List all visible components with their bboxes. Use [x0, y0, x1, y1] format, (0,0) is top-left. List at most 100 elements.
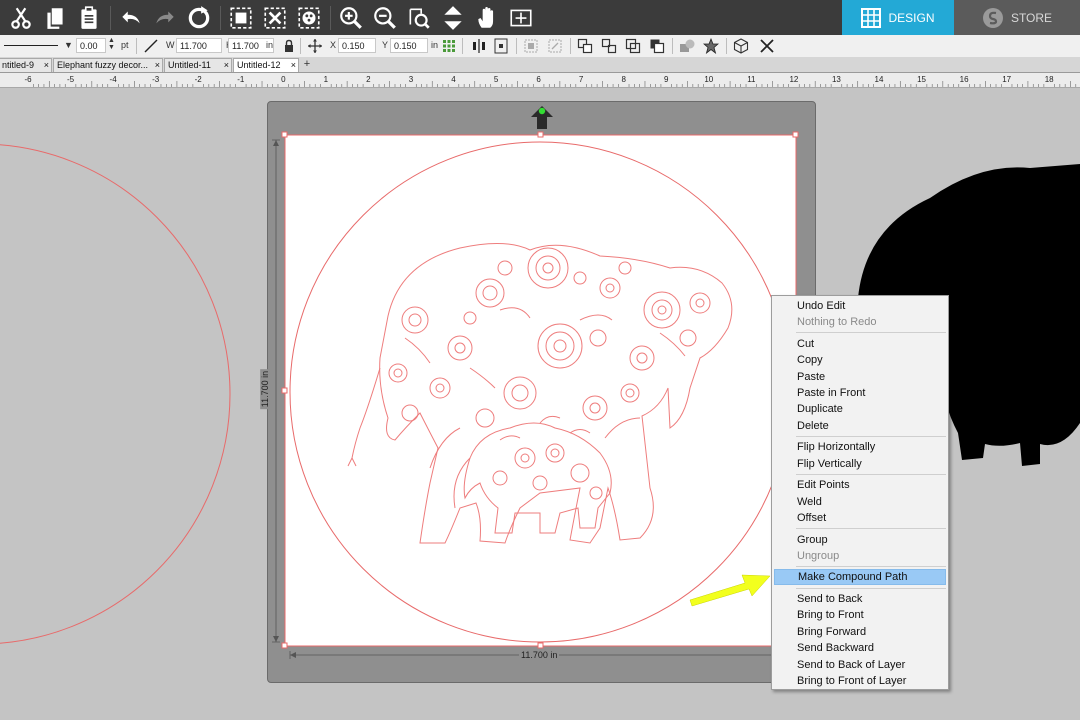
close-panel-button[interactable] — [758, 37, 776, 55]
menu-item-cut[interactable]: Cut — [774, 336, 946, 352]
move-cross-icon — [308, 39, 322, 53]
group-icon — [577, 38, 593, 54]
width-input[interactable]: 11.700 — [176, 38, 222, 53]
menu-item-delete[interactable]: Delete — [774, 418, 946, 434]
ruler-tick-label: 3 — [409, 75, 414, 84]
ruler-tick-label: 1 — [324, 75, 329, 84]
doc-tab[interactable]: Elephant fuzzy decor... × — [53, 58, 163, 72]
move-position-button[interactable] — [306, 37, 324, 55]
x-position-input[interactable]: 0.150 — [338, 38, 376, 53]
menu-item-paste[interactable]: Paste — [774, 369, 946, 385]
ruler-tick-label: 12 — [789, 75, 798, 84]
menu-item-weld[interactable]: Weld — [774, 494, 946, 510]
ruler-tick-label: 10 — [704, 75, 713, 84]
menu-item-group[interactable]: Group — [774, 532, 946, 548]
menu-item-copy[interactable]: Copy — [774, 352, 946, 368]
add-tab-button[interactable]: + — [300, 58, 314, 71]
offset-button[interactable] — [702, 37, 720, 55]
menu-item-send-backward[interactable]: Send Backward — [774, 640, 946, 656]
menu-item-bring-to-front[interactable]: Bring to Front — [774, 607, 946, 623]
redo-button[interactable] — [150, 3, 180, 33]
close-tab-icon[interactable]: × — [291, 59, 296, 72]
line-style-preview[interactable] — [4, 45, 58, 46]
pan-button[interactable] — [472, 3, 502, 33]
menu-separator — [796, 436, 946, 437]
reference-point-button[interactable] — [440, 37, 458, 55]
cube-icon — [733, 38, 749, 54]
propbar-separator — [726, 38, 727, 54]
center-page-button[interactable] — [492, 37, 510, 55]
menu-item-flip-vertically[interactable]: Flip Vertically — [774, 456, 946, 472]
menu-item-undo-edit[interactable]: Undo Edit — [774, 298, 946, 314]
line-style-dropdown-arrow[interactable]: ▼ — [64, 40, 73, 50]
select-all-button[interactable] — [226, 3, 256, 33]
menu-item-edit-points[interactable]: Edit Points — [774, 477, 946, 493]
menu-item-bring-forward[interactable]: Bring Forward — [774, 624, 946, 640]
redraw-button[interactable] — [184, 3, 214, 33]
propbar-separator — [300, 38, 301, 54]
menu-item-offset[interactable]: Offset — [774, 510, 946, 526]
ruler-tick-label: -1 — [237, 75, 245, 84]
menu-item-flip-horizontally[interactable]: Flip Horizontally — [774, 439, 946, 455]
design-tab[interactable]: DESIGN — [842, 0, 954, 35]
ungroup-button[interactable] — [600, 37, 618, 55]
silhouette-logo-icon — [982, 7, 1003, 28]
align-button[interactable] — [470, 37, 488, 55]
zoom-out-button[interactable] — [370, 3, 400, 33]
cut-tool-button[interactable] — [6, 3, 36, 33]
group-button[interactable] — [576, 37, 594, 55]
store-tab[interactable]: STORE — [954, 0, 1080, 35]
close-tab-icon[interactable]: × — [224, 59, 229, 72]
transform-button[interactable] — [546, 37, 564, 55]
propbar-separator — [516, 38, 517, 54]
doc-tab-active[interactable]: Untitled-12 × — [233, 58, 299, 72]
ruler-tick-label: -4 — [110, 75, 118, 84]
y-position-input[interactable]: 0.150 — [390, 38, 428, 53]
modify-button[interactable] — [678, 37, 696, 55]
copy-tool-button[interactable] — [40, 3, 70, 33]
menu-item-make-compound-path[interactable]: Make Compound Path — [774, 569, 946, 585]
zoom-selected-button[interactable] — [404, 3, 434, 33]
menu-separator — [796, 566, 946, 567]
shapes-icon — [680, 39, 695, 52]
select-by-color-button[interactable] — [294, 3, 324, 33]
deselect-all-button[interactable] — [260, 3, 290, 33]
doc-tab[interactable]: ntitled-9 × — [0, 58, 52, 72]
fit-to-page-button[interactable] — [438, 3, 468, 33]
line-width-input[interactable]: 0.00 — [76, 38, 106, 53]
close-tab-icon[interactable]: × — [44, 59, 49, 72]
undo-button[interactable] — [116, 3, 146, 33]
redo-icon — [156, 11, 174, 24]
x-label: X — [330, 40, 337, 50]
line-width-stepper[interactable]: ▲ ▼ — [108, 37, 115, 51]
star-icon — [703, 38, 719, 54]
menu-item-bring-to-front-of-layer[interactable]: Bring to Front of Layer — [774, 673, 946, 689]
menu-item-ungroup[interactable]: Ungroup — [774, 548, 946, 564]
ruler-scale: -6 -5 -4 -3 -2 -1 0 1 2 3 4 5 6 7 8 9 10 11 12 13 14 15 16 17 18 — [24, 75, 1077, 87]
menu-item-nothing-to-redo[interactable]: Nothing to Redo — [774, 314, 946, 330]
menu-item-duplicate[interactable]: Duplicate — [774, 401, 946, 417]
doc-tab[interactable]: Untitled-11 × — [164, 58, 232, 72]
distribute-icon — [524, 39, 538, 53]
propbar-separator — [672, 38, 673, 54]
make-compound-button[interactable] — [624, 37, 642, 55]
close-tab-icon[interactable]: × — [155, 59, 160, 72]
release-compound-button[interactable] — [648, 37, 666, 55]
distribute-button[interactable] — [522, 37, 540, 55]
3d-view-button[interactable] — [732, 37, 750, 55]
menu-item-send-to-back-of-layer[interactable]: Send to Back of Layer — [774, 657, 946, 673]
move-button[interactable] — [506, 3, 536, 33]
lock-aspect-button[interactable] — [280, 37, 298, 55]
doc-tab-label: ntitled-9 — [2, 60, 35, 70]
menu-item-paste-in-front[interactable]: Paste in Front — [774, 385, 946, 401]
ruler-tick-label: 4 — [451, 75, 456, 84]
menu-item-send-to-back[interactable]: Send to Back — [774, 591, 946, 607]
undo-icon — [122, 11, 140, 24]
propbar-separator — [136, 38, 137, 54]
line-tool-button[interactable] — [142, 37, 160, 55]
size-unit: in — [266, 40, 274, 50]
ruler-tick-label: 6 — [536, 75, 541, 84]
ruler-tick-label: -3 — [152, 75, 160, 84]
zoom-in-button[interactable] — [336, 3, 366, 33]
paste-tool-button[interactable] — [74, 3, 104, 33]
